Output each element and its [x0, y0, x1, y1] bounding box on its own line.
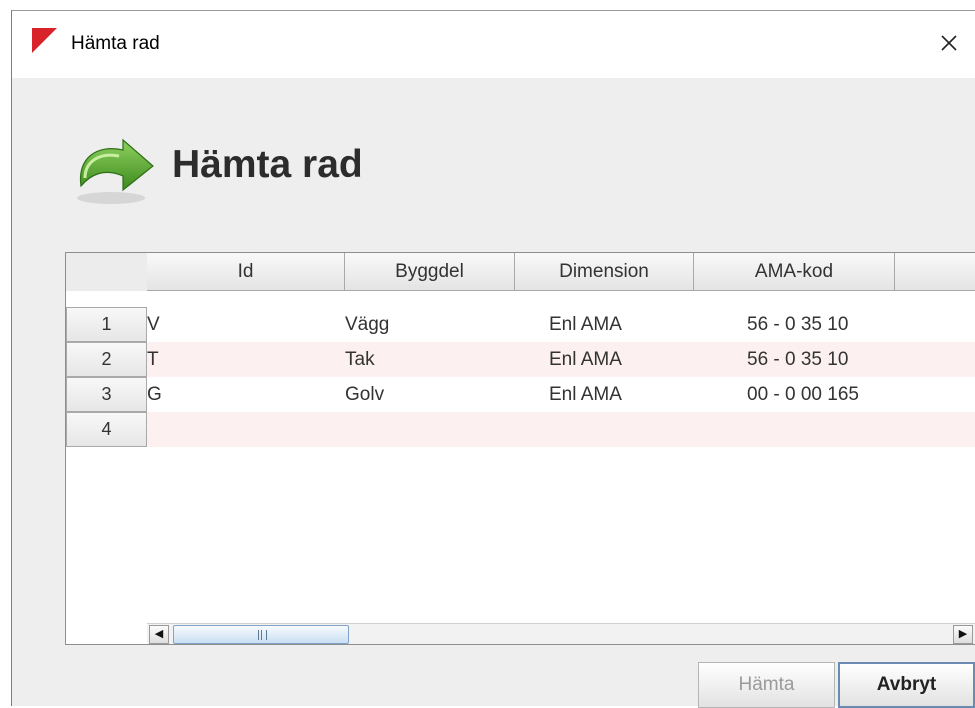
red-triangle-icon [32, 28, 57, 53]
cell-id: T [147, 349, 159, 370]
column-header-id[interactable]: Id [147, 253, 345, 291]
column-header-dimension[interactable]: Dimension [515, 253, 694, 291]
cell-ama-kod: 56 - 0 35 10 [747, 349, 849, 370]
green-curved-arrow-icon [77, 138, 154, 204]
background-strip [0, 0, 975, 10]
cell-dimension: Enl AMA [549, 349, 622, 370]
cell-byggdel: Tak [345, 349, 375, 370]
column-header-filler [895, 253, 975, 291]
column-header-byggdel[interactable]: Byggdel [345, 253, 515, 291]
cell-id: V [147, 314, 160, 335]
horizontal-scrollbar[interactable]: ◀ ▶ [147, 623, 975, 644]
cell-dimension: Enl AMA [549, 314, 622, 335]
row-header[interactable]: 3 [66, 377, 147, 412]
table-row[interactable]: G Golv Enl AMA 00 - 0 00 165 [147, 377, 975, 412]
table-row[interactable] [147, 412, 975, 447]
table: Id Byggdel Dimension AMA-kod 1 V Vägg En… [65, 252, 975, 645]
fetch-button[interactable]: Hämta [698, 662, 835, 708]
row-header[interactable]: 1 [66, 307, 147, 342]
table-row[interactable]: T Tak Enl AMA 56 - 0 35 10 [147, 342, 975, 377]
dialog-window: Hämta rad Hämta rad Id Byggdel Dimension… [11, 10, 975, 708]
page-title: Hämta rad [172, 143, 363, 186]
cell-ama-kod: 56 - 0 35 10 [747, 314, 849, 335]
title-bar: Hämta rad [12, 11, 975, 78]
close-icon[interactable] [932, 28, 966, 58]
cell-id: G [147, 384, 162, 405]
cell-ama-kod: 00 - 0 00 165 [747, 384, 859, 405]
cell-byggdel: Vägg [345, 314, 390, 335]
cancel-button[interactable]: Avbryt [838, 662, 975, 708]
row-header[interactable]: 4 [66, 412, 147, 447]
grip-icon [258, 630, 267, 640]
cell-dimension: Enl AMA [549, 384, 622, 405]
scroll-right-button[interactable]: ▶ [953, 625, 973, 644]
table-row[interactable]: V Vägg Enl AMA 56 - 0 35 10 [147, 307, 975, 342]
scroll-thumb[interactable] [173, 625, 349, 644]
row-header[interactable]: 2 [66, 342, 147, 377]
window-title: Hämta rad [71, 33, 160, 54]
table-corner [66, 253, 147, 291]
scroll-left-button[interactable]: ◀ [149, 625, 169, 644]
cell-byggdel: Golv [345, 384, 385, 405]
column-header-ama-kod[interactable]: AMA-kod [694, 253, 895, 291]
